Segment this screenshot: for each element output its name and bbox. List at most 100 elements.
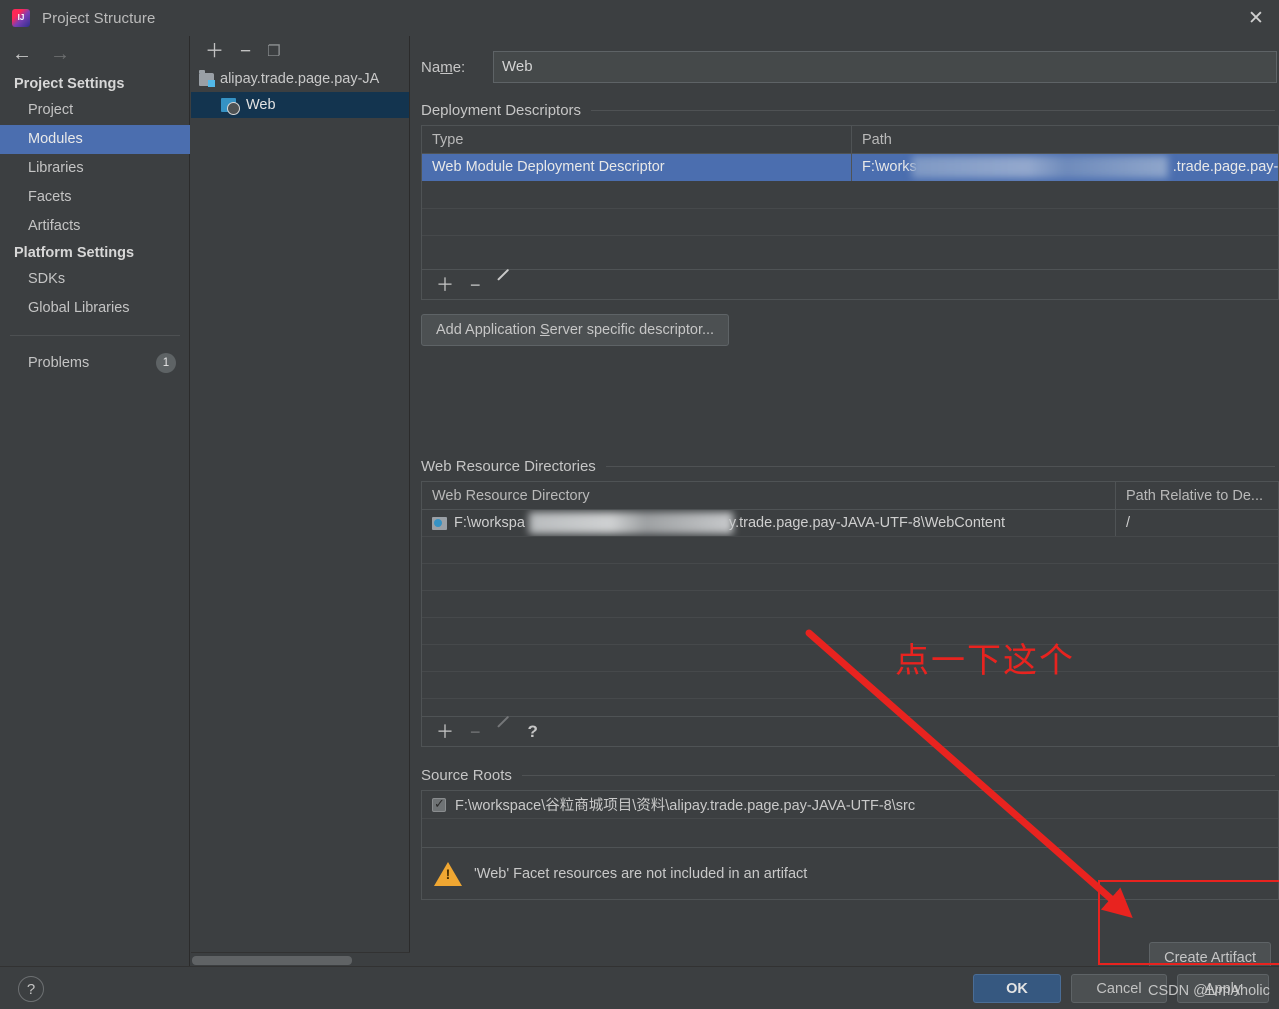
btn-label-before: Create Artif	[1164, 950, 1237, 966]
table-empty-area	[422, 181, 1278, 269]
sidebar-item-libraries[interactable]: Libraries	[0, 154, 190, 183]
column-header-type[interactable]: Type	[422, 126, 852, 153]
plus-icon[interactable]: ＋	[205, 42, 224, 61]
sidebar-item-sdks[interactable]: SDKs	[0, 265, 190, 294]
web-facet-icon	[221, 98, 240, 115]
table-header: Web Resource Directory Path Relative to …	[422, 482, 1278, 510]
scrollbar-thumb[interactable]	[192, 956, 352, 965]
close-icon[interactable]: ✕	[1233, 0, 1279, 36]
btn-label-after: ct	[1244, 950, 1256, 966]
source-roots-list: F:\workspace\谷粒商城项目\资料\alipay.trade.page…	[421, 790, 1279, 848]
name-input[interactable]: Web	[493, 51, 1277, 83]
btn-mnemonic: S	[540, 322, 550, 338]
column-header-path[interactable]: Path	[852, 126, 1278, 153]
pencil-icon	[497, 724, 512, 739]
question-icon[interactable]: ?	[18, 976, 44, 1002]
source-roots-title: Source Roots	[421, 767, 1279, 784]
source-roots-label: Source Roots	[421, 767, 512, 784]
apply-button[interactable]: Apply	[1177, 974, 1269, 1003]
problems-count-badge: 1	[156, 352, 176, 373]
pencil-icon[interactable]	[497, 277, 512, 292]
sidebar-item-artifacts[interactable]: Artifacts	[0, 212, 190, 241]
btn-label-after: erver specific descriptor...	[549, 322, 715, 338]
cell-path-relative: /	[1126, 515, 1131, 531]
warning-triangle-icon	[434, 861, 462, 886]
sidebar-item-modules[interactable]: Modules	[0, 125, 190, 154]
tree-node-web-label: Web	[246, 97, 276, 113]
name-row: Name: Web	[421, 50, 1279, 84]
table-row[interactable]: Web Module Deployment Descriptor F:\work…	[422, 154, 1278, 181]
window-title: Project Structure	[42, 9, 156, 27]
table-row[interactable]: F:\workspa y.trade.page.pay-JAVA-UTF-8\We…	[422, 510, 1278, 536]
question-icon[interactable]: ?	[528, 723, 538, 740]
project-structure-dialog: Project Structure ✕ ← → Project Settings…	[0, 0, 1279, 1009]
cell-dir-suffix: y.trade.page.pay-JAVA-UTF-8\WebContent	[728, 514, 1006, 531]
redaction-blur	[912, 156, 1168, 178]
section-rule	[591, 110, 1275, 111]
sidebar-item-project[interactable]: Project	[0, 96, 190, 125]
btn-label-before: Add Application	[436, 322, 540, 338]
list-item[interactable]: F:\workspace\谷粒商城项目\资料\alipay.trade.page…	[422, 791, 1278, 819]
minus-icon[interactable]: −	[470, 276, 481, 294]
cell-path: F:\works .trade.page.pay-	[852, 154, 1278, 181]
web-resource-directories-label: Web Resource Directories	[421, 458, 596, 475]
cell-type: Web Module Deployment Descriptor	[422, 154, 852, 181]
copy-icon[interactable]: ❐	[267, 44, 280, 59]
table-empty-area	[422, 536, 1278, 716]
module-editor-content: Name: Web Deployment Descriptors Type Pa…	[411, 36, 1279, 974]
artifact-warning-bar: 'Web' Facet resources are not included i…	[421, 848, 1279, 900]
name-label: Name:	[421, 58, 466, 76]
folder-web-icon	[432, 516, 447, 530]
sidebar-item-facets[interactable]: Facets	[0, 183, 190, 212]
sidebar-group-project-settings: Project Settings	[14, 76, 125, 92]
cell-web-resource-directory: F:\workspa y.trade.page.pay-JAVA-UTF-8\We…	[422, 510, 1116, 536]
settings-sidebar: ← → Project Settings Project Modules Lib…	[0, 36, 190, 966]
deployment-descriptors-title: Deployment Descriptors	[421, 102, 1279, 119]
redaction-blur	[529, 512, 733, 534]
artifact-warning-message: 'Web' Facet resources are not included i…	[474, 865, 808, 882]
sidebar-divider	[10, 335, 180, 336]
btn-mnemonic: A	[1204, 980, 1215, 997]
module-icon	[199, 69, 215, 87]
deployment-descriptors-toolbar: ＋ −	[421, 270, 1279, 300]
plus-icon[interactable]: ＋	[436, 723, 454, 741]
column-header-web-resource-directory[interactable]: Web Resource Directory	[422, 482, 1116, 509]
web-resource-directories-toolbar: ＋ − ?	[421, 717, 1279, 747]
title-bar: Project Structure ✕	[0, 0, 1279, 36]
column-header-path-relative[interactable]: Path Relative to De...	[1116, 482, 1278, 509]
tree-node-module[interactable]: alipay.trade.page.pay-JA	[191, 66, 409, 92]
btn-label-after: pply	[1214, 980, 1242, 997]
deployment-descriptors-label: Deployment Descriptors	[421, 102, 582, 119]
cell-path-prefix: F:\works	[862, 159, 917, 175]
add-application-server-descriptor-button[interactable]: Add Application Server specific descript…	[421, 314, 730, 346]
ok-button[interactable]: OK	[973, 974, 1061, 1003]
section-rule	[521, 775, 1275, 776]
cell-dir-prefix: F:\workspa	[454, 514, 525, 531]
navigation-row: ← →	[0, 36, 190, 72]
source-root-path: F:\workspace\谷粒商城项目\资料\alipay.trade.page…	[455, 798, 916, 814]
module-tree-horizontal-scrollbar[interactable]	[191, 952, 410, 966]
minus-icon: −	[470, 721, 481, 742]
intellij-idea-logo-icon	[12, 9, 30, 27]
arrow-left-icon[interactable]: ←	[12, 44, 32, 64]
module-tree-toolbar: ＋ − ❐	[191, 36, 409, 66]
sidebar-group-platform-settings: Platform Settings	[14, 245, 135, 261]
problems-label: Problems	[28, 354, 90, 371]
tree-node-module-label: alipay.trade.page.pay-JA	[220, 71, 380, 87]
web-resource-directories-title: Web Resource Directories	[421, 458, 1279, 475]
minus-icon[interactable]: −	[240, 42, 251, 61]
plus-icon[interactable]: ＋	[436, 276, 454, 294]
sidebar-item-problems[interactable]: Problems 1	[0, 348, 190, 377]
cell-path-suffix: .trade.page.pay-	[1172, 159, 1278, 175]
section-rule	[605, 466, 1275, 467]
btn-mnemonic: a	[1236, 950, 1245, 966]
deployment-descriptors-table: Type Path Web Module Deployment Descript…	[421, 125, 1279, 270]
arrow-right-icon[interactable]: →	[50, 44, 70, 64]
tree-node-web[interactable]: Web	[191, 92, 409, 118]
table-header: Type Path	[422, 126, 1278, 154]
sidebar-item-global-libraries[interactable]: Global Libraries	[0, 294, 190, 323]
dialog-button-bar: ? OK Cancel Apply	[0, 966, 1279, 1009]
module-tree-panel: ＋ − ❐ alipay.trade.page.pay-JA Web	[191, 36, 410, 966]
cancel-button[interactable]: Cancel	[1071, 974, 1167, 1003]
source-root-checkbox[interactable]	[432, 796, 446, 812]
